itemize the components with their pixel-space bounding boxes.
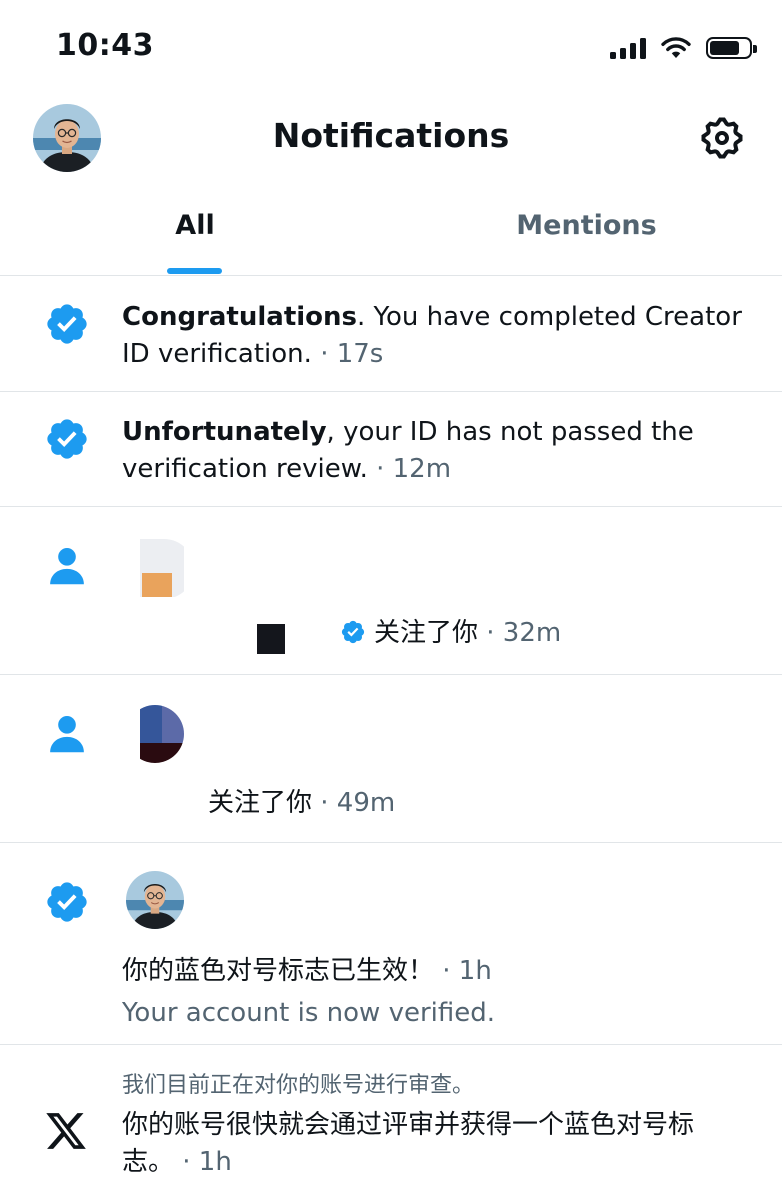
tab-mentions[interactable]: Mentions	[391, 210, 782, 241]
x-logo-icon	[46, 1113, 86, 1149]
verified-badge-icon	[44, 301, 90, 347]
notification-text: 你的账号很快就会通过评审并获得一个蓝色对号标志。 · 1h	[122, 1107, 742, 1181]
notification-item[interactable]: Unfortunately, your ID has not passed th…	[0, 392, 782, 507]
profile-avatar-small[interactable]	[126, 871, 184, 929]
header: Notifications	[0, 96, 782, 182]
notification-body: 关注了你	[374, 618, 479, 648]
redacted-name-block	[257, 624, 285, 654]
follower-avatar[interactable]	[126, 705, 184, 763]
notification-bold-text: Congratulations	[122, 302, 358, 332]
notification-time: · 17s	[320, 339, 384, 369]
cellular-signal-icon	[610, 37, 646, 59]
notification-bold-text: Unfortunately	[122, 417, 327, 447]
notification-item[interactable]: 我们目前正在对你的账号进行审查。 你的账号很快就会通过评审并获得一个蓝色对号标志…	[0, 1045, 782, 1200]
notification-time: · 32m	[486, 618, 562, 648]
wifi-icon	[661, 37, 691, 58]
follower-avatar[interactable]	[126, 539, 184, 597]
notification-subtext: Your account is now verified.	[122, 998, 496, 1028]
notification-text: 你的蓝色对号标志已生效！ · 1h	[122, 953, 752, 990]
notification-time: · 49m	[320, 788, 396, 818]
status-icons	[610, 34, 757, 62]
page-title: Notifications	[272, 116, 510, 155]
notification-time: · 12m	[376, 454, 452, 484]
status-bar: 10:43	[0, 0, 782, 96]
battery-icon	[706, 37, 757, 59]
notification-time: · 1h	[182, 1147, 232, 1177]
notification-text: 关注了你 · 49m	[208, 785, 752, 822]
verified-badge-icon	[44, 879, 90, 925]
person-icon	[44, 543, 90, 589]
tab-all[interactable]: All	[0, 210, 390, 241]
notification-item[interactable]: 你的蓝色对号标志已生效！ · 1h Your account is now ve…	[0, 843, 782, 1045]
person-icon	[44, 711, 90, 757]
active-tab-indicator	[167, 268, 222, 274]
notification-text: Unfortunately, your ID has not passed th…	[122, 414, 752, 488]
notification-item[interactable]: Congratulations. You have completed Crea…	[0, 277, 782, 392]
settings-gear-icon[interactable]	[698, 114, 746, 162]
clock: 10:43	[56, 28, 154, 63]
notification-body: 你的蓝色对号标志已生效！	[122, 956, 435, 986]
verified-badge-icon	[340, 619, 366, 645]
verified-badge-icon	[44, 416, 90, 462]
tab-bar: All Mentions	[0, 190, 782, 276]
notification-body: 关注了你	[208, 788, 313, 818]
notification-text: 关注了你 · 32m	[340, 615, 752, 652]
notification-item[interactable]: 关注了你 · 49m	[0, 675, 782, 843]
notification-time: · 1h	[442, 956, 492, 986]
notification-header: 我们目前正在对你的账号进行审查。	[122, 1073, 475, 1098]
notification-item[interactable]: 关注了你 · 32m	[0, 507, 782, 675]
notification-text: Congratulations. You have completed Crea…	[122, 299, 752, 373]
